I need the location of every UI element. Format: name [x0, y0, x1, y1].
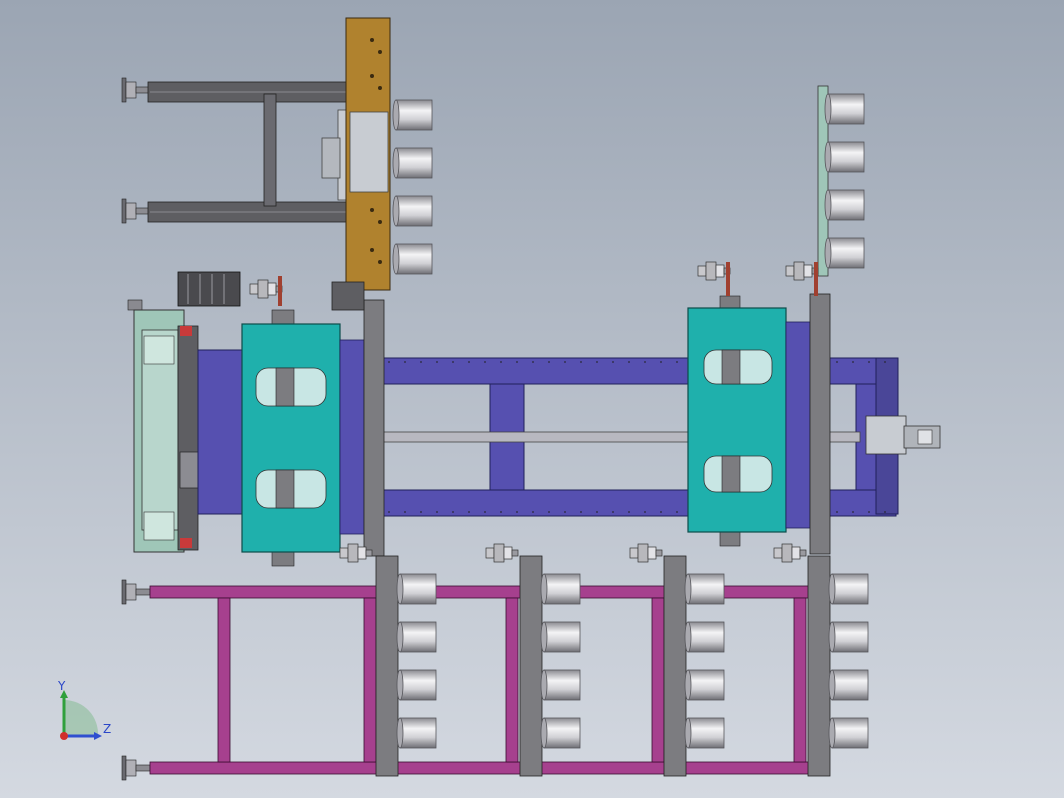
left-end-plate [127, 299, 209, 553]
y-axis-label: Y [57, 679, 66, 693]
coordinate-triad[interactable]: Y Z [57, 679, 111, 740]
left-teal-carriage [241, 309, 365, 567]
cad-viewport[interactable]: Y Z [0, 0, 1064, 798]
z-axis-label: Z [103, 722, 111, 736]
right-upper-panel [817, 85, 865, 277]
right-teal-carriage [687, 295, 811, 547]
origin-dot [60, 732, 68, 740]
right-end-actuator [865, 415, 941, 455]
orange-bracket-rollers [392, 99, 433, 275]
orange-mounting-bracket [345, 17, 391, 291]
assembly-drawing: Y Z [57, 17, 941, 781]
